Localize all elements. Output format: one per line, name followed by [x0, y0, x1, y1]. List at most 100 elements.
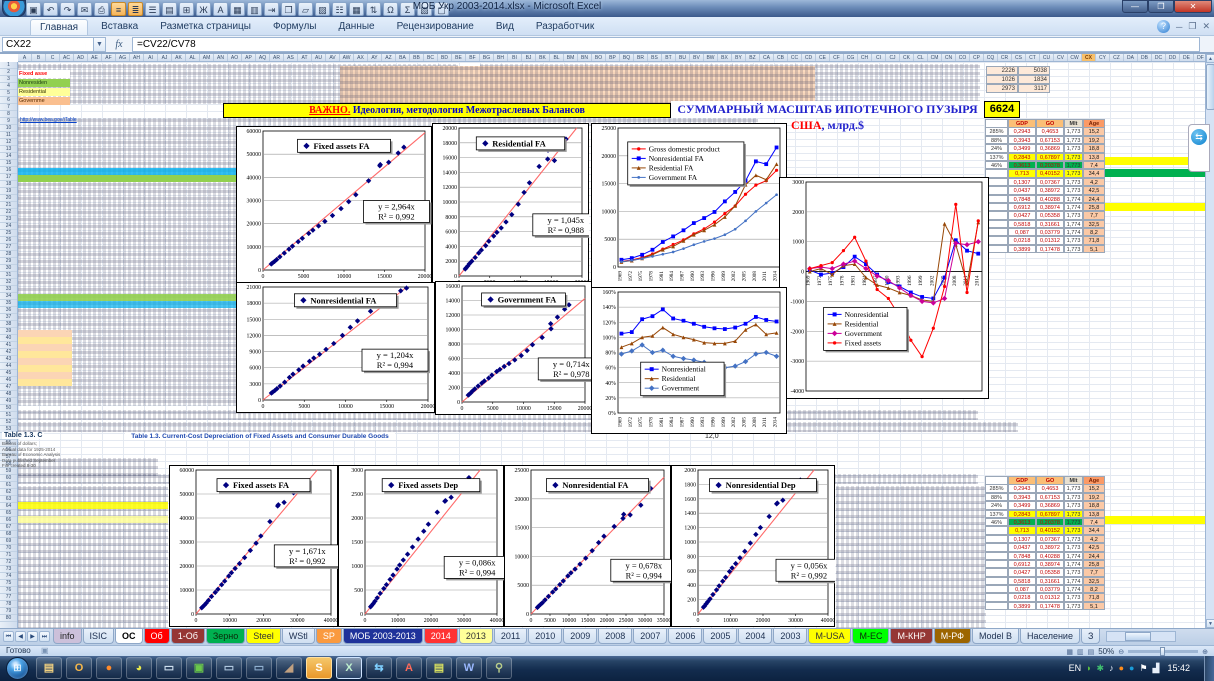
row-header-65[interactable]: 65	[0, 510, 17, 517]
row-header-37[interactable]: 37	[0, 314, 17, 321]
name-box[interactable]: CX22	[2, 37, 94, 52]
column-headers[interactable]: ABCACADAEAFAGAHAIAJAKALAMANAOAPAQARASATA…	[18, 54, 1205, 62]
column-header-AD[interactable]: AD	[74, 54, 88, 61]
sheet-tab-info[interactable]: info	[53, 629, 82, 644]
column-header-CH[interactable]: CH	[858, 54, 872, 61]
column-header-CL[interactable]: CL	[914, 54, 928, 61]
column-header-CM[interactable]: CM	[928, 54, 942, 61]
column-header-BN[interactable]: BN	[578, 54, 592, 61]
column-header-A[interactable]: A	[18, 54, 32, 61]
last-sheet-icon[interactable]: ⏭	[39, 631, 50, 642]
column-header-AM[interactable]: AM	[200, 54, 214, 61]
row-header-78[interactable]: 78	[0, 601, 17, 608]
view-pagebreak-icon[interactable]: ▤	[1088, 648, 1095, 656]
row-header-26[interactable]: 26	[0, 237, 17, 244]
row-header-51[interactable]: 51	[0, 412, 17, 419]
row-header-74[interactable]: 74	[0, 573, 17, 580]
row-header-38[interactable]: 38	[0, 321, 17, 328]
speaker-icon[interactable]: ♪	[1109, 657, 1114, 679]
column-header-CW[interactable]: CW	[1068, 54, 1082, 61]
row-headers[interactable]: 1234567891011121314151617181920212223242…	[0, 62, 18, 628]
row-header-14[interactable]: 14	[0, 153, 17, 160]
row-header-23[interactable]: 23	[0, 216, 17, 223]
row-header-16[interactable]: 16	[0, 167, 17, 174]
row-header-49[interactable]: 49	[0, 398, 17, 405]
chart-residential-fa[interactable]: 0200040006000800010000120001400016000180…	[432, 123, 589, 289]
row-header-70[interactable]: 70	[0, 545, 17, 552]
row-header-29[interactable]: 29	[0, 258, 17, 265]
column-header-B[interactable]: B	[32, 54, 46, 61]
sheet-tab-М-РФ[interactable]: М-РФ	[934, 629, 971, 644]
taskbar-app-utility[interactable]: ⚲	[486, 657, 512, 679]
column-header-CC[interactable]: CC	[788, 54, 802, 61]
scroll-down-icon[interactable]: ▼	[1206, 619, 1214, 628]
taskbar-app-acrobat[interactable]: A	[396, 657, 422, 679]
column-header-AT[interactable]: AT	[298, 54, 312, 61]
column-header-AQ[interactable]: AQ	[256, 54, 270, 61]
sheet-tab-2007[interactable]: 2007	[633, 629, 667, 644]
row-header-40[interactable]: 40	[0, 335, 17, 342]
row-header-39[interactable]: 39	[0, 328, 17, 335]
column-header-BU[interactable]: BU	[676, 54, 690, 61]
row-header-73[interactable]: 73	[0, 566, 17, 573]
row-header-17[interactable]: 17	[0, 174, 17, 181]
row-header-10[interactable]: 10	[0, 125, 17, 132]
row-header-68[interactable]: 68	[0, 531, 17, 538]
column-header-AK[interactable]: AK	[172, 54, 186, 61]
column-header-AU[interactable]: AU	[312, 54, 326, 61]
zoom-out-icon[interactable]: ⊖	[1118, 648, 1124, 656]
column-header-AO[interactable]: AO	[228, 54, 242, 61]
row-header-33[interactable]: 33	[0, 286, 17, 293]
column-header-DE[interactable]: DE	[1180, 54, 1194, 61]
row-header-69[interactable]: 69	[0, 538, 17, 545]
row-header-12[interactable]: 12	[0, 139, 17, 146]
row-header-45[interactable]: 45	[0, 370, 17, 377]
column-header-AP[interactable]: AP	[242, 54, 256, 61]
ribbon-tab-Формулы[interactable]: Формулы	[264, 19, 326, 35]
column-header-DB[interactable]: DB	[1138, 54, 1152, 61]
horizontal-scrollbar[interactable]	[1106, 631, 1176, 642]
column-header-AW[interactable]: AW	[340, 54, 354, 61]
prev-sheet-icon[interactable]: ◀	[15, 631, 26, 642]
column-header-BL[interactable]: BL	[550, 54, 564, 61]
sheet-tab-2004[interactable]: 2004	[738, 629, 772, 644]
scroll-up-icon[interactable]: ▲	[1206, 54, 1214, 63]
column-header-CK[interactable]: CK	[900, 54, 914, 61]
help-icon[interactable]: ?	[1157, 20, 1170, 33]
workbook-close-icon[interactable]: ✕	[1202, 21, 1210, 32]
row-header-50[interactable]: 50	[0, 405, 17, 412]
taskbar-app-vm-1[interactable]: ▭	[216, 657, 242, 679]
row-header-76[interactable]: 76	[0, 587, 17, 594]
column-header-BR[interactable]: BR	[634, 54, 648, 61]
row-header-22[interactable]: 22	[0, 209, 17, 216]
row-header-44[interactable]: 44	[0, 363, 17, 370]
row-header-36[interactable]: 36	[0, 307, 17, 314]
column-header-BA[interactable]: BA	[396, 54, 410, 61]
row-header-19[interactable]: 19	[0, 188, 17, 195]
language-indicator[interactable]: EN	[1069, 663, 1082, 673]
column-header-CX[interactable]: CX	[1082, 54, 1096, 61]
start-button[interactable]: ⊞	[6, 657, 29, 680]
ribbon-tab-Вид[interactable]: Вид	[487, 19, 523, 35]
chart-nonresidential-fa-bottom[interactable]: 0500010000150002000025000050001000015000…	[504, 465, 671, 627]
column-header-BW[interactable]: BW	[704, 54, 718, 61]
row-header-61[interactable]: 61	[0, 482, 17, 489]
taskbar-app-skype[interactable]: S	[306, 657, 332, 679]
sheet-tab-2003[interactable]: 2003	[773, 629, 807, 644]
sheet-tab-ISIC[interactable]: ISIC	[83, 629, 115, 644]
row-header-11[interactable]: 11	[0, 132, 17, 139]
column-header-CN[interactable]: CN	[942, 54, 956, 61]
row-header-2[interactable]: 2	[0, 69, 17, 76]
taskbar-app-teamviewer[interactable]: ⇆	[366, 657, 392, 679]
show-desktop-button[interactable]	[1204, 656, 1214, 681]
row-header-48[interactable]: 48	[0, 391, 17, 398]
horizontal-scroll-thumb[interactable]	[1125, 632, 1151, 641]
column-header-BM[interactable]: BM	[564, 54, 578, 61]
ribbon-tab-Разработчик[interactable]: Разработчик	[527, 19, 603, 35]
column-header-AH[interactable]: AH	[130, 54, 144, 61]
column-header-CI[interactable]: CI	[872, 54, 886, 61]
column-header-BJ[interactable]: BJ	[522, 54, 536, 61]
column-header-AZ[interactable]: AZ	[382, 54, 396, 61]
chart-fixed-assets-fa[interactable]: 0100002000030000400005000060000050001000…	[236, 126, 432, 283]
teamviewer-icon[interactable]: ⇆	[1191, 129, 1207, 145]
